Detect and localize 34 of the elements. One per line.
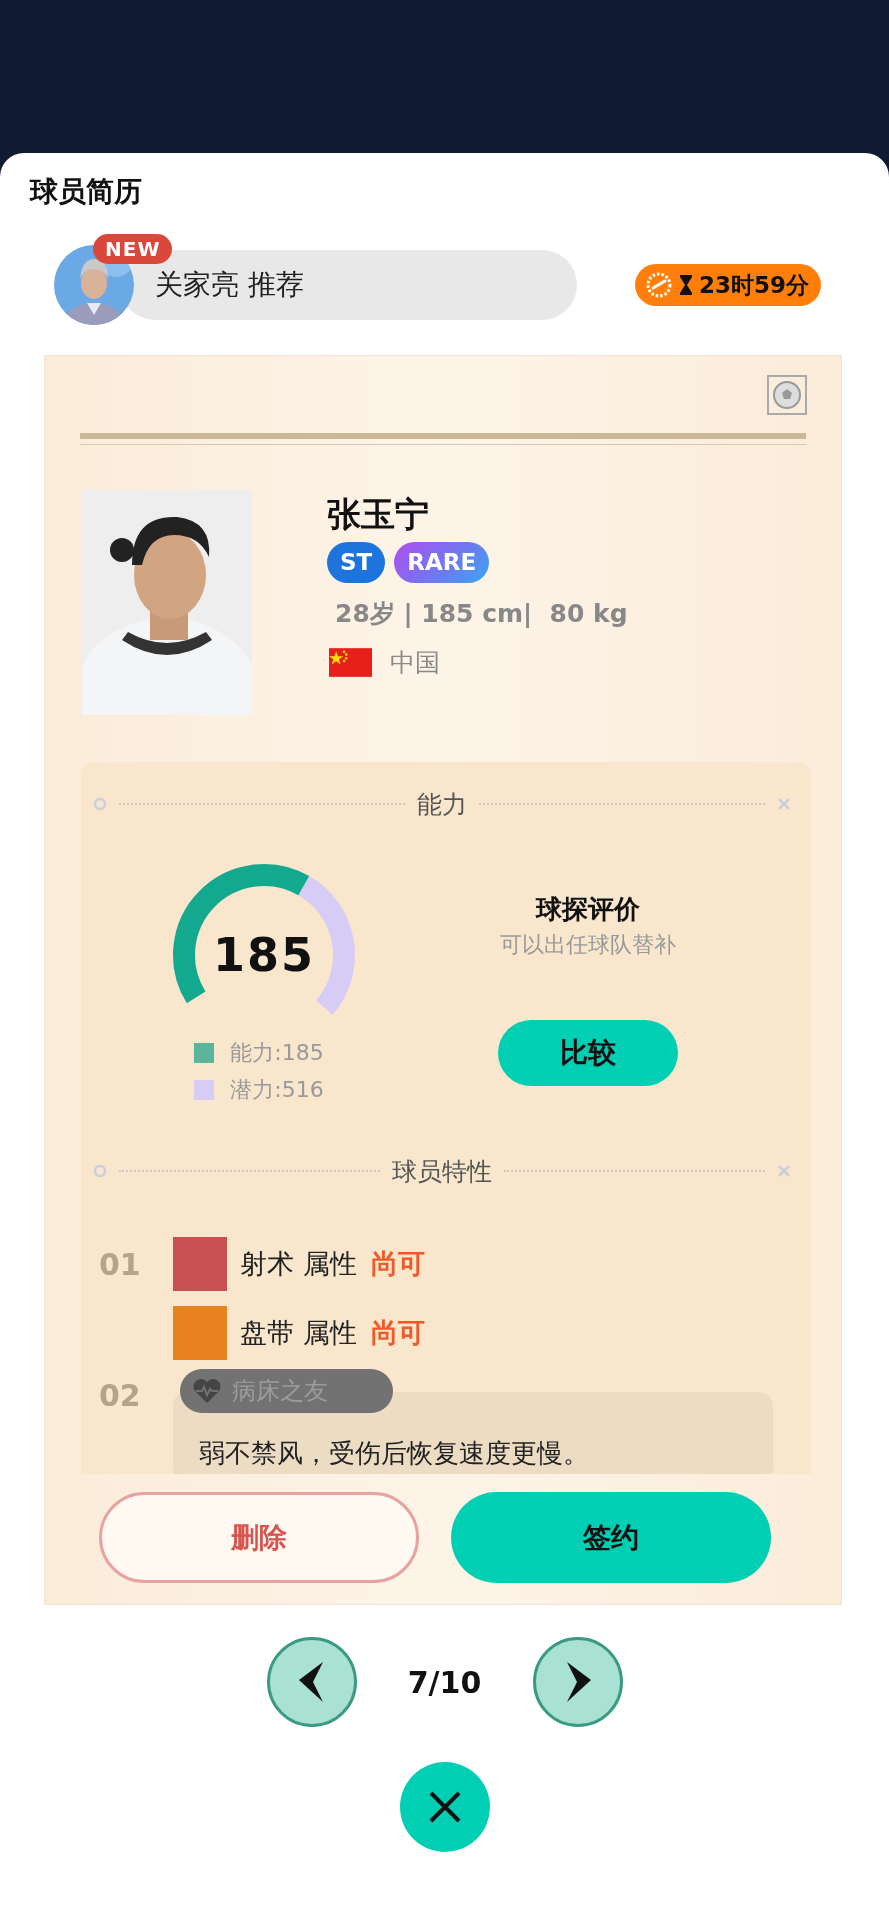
close-icon bbox=[427, 1790, 462, 1824]
delete-button[interactable]: 删除 bbox=[99, 1492, 419, 1583]
attribute-rating: 尚可 bbox=[370, 1316, 425, 1350]
attribute-rating: 尚可 bbox=[370, 1247, 425, 1281]
ability-score: 185 bbox=[212, 927, 316, 984]
section-title: 球员特性 bbox=[392, 1155, 492, 1188]
sign-button[interactable]: 签约 bbox=[451, 1492, 771, 1583]
legend-label: 能力:185 bbox=[230, 1038, 324, 1067]
sheet-title: 球员简历 bbox=[30, 175, 142, 209]
heart-pulse-icon bbox=[192, 1378, 222, 1404]
dial-icon bbox=[645, 271, 673, 299]
trait-number: 02 bbox=[98, 1377, 142, 1415]
attribute-label: 射术 属性 bbox=[240, 1247, 357, 1281]
position-tag: ST bbox=[327, 542, 386, 583]
flag-icon bbox=[329, 648, 372, 677]
attribute-label: 盘带 属性 bbox=[240, 1316, 357, 1350]
cross-icon bbox=[777, 1164, 791, 1178]
nationality-label: 中国 bbox=[390, 647, 440, 679]
scout-comment: 可以出任球队替补 bbox=[500, 931, 676, 959]
trait-description: 弱不禁风，受伤后恢复速度更慢。 bbox=[173, 1392, 773, 1474]
player-stats: 28岁 | 185 cm| 80 kg bbox=[335, 598, 628, 630]
trait-number: 01 bbox=[98, 1246, 142, 1282]
ring-icon bbox=[93, 797, 107, 811]
ring-icon bbox=[93, 1164, 107, 1178]
hourglass-icon bbox=[679, 274, 693, 296]
cross-icon bbox=[777, 797, 791, 811]
page-counter: 7/10 bbox=[406, 1664, 483, 1700]
legend-label: 潜力:516 bbox=[230, 1075, 324, 1104]
scout-title: 球探评价 bbox=[536, 893, 640, 926]
rarity-tag: RARE bbox=[394, 542, 490, 583]
section-title: 能力 bbox=[417, 788, 467, 821]
timer-badge: 23时59分 bbox=[635, 264, 821, 306]
player-name: 张玉宁 bbox=[327, 493, 429, 536]
compare-button[interactable]: 比较 bbox=[498, 1020, 678, 1086]
